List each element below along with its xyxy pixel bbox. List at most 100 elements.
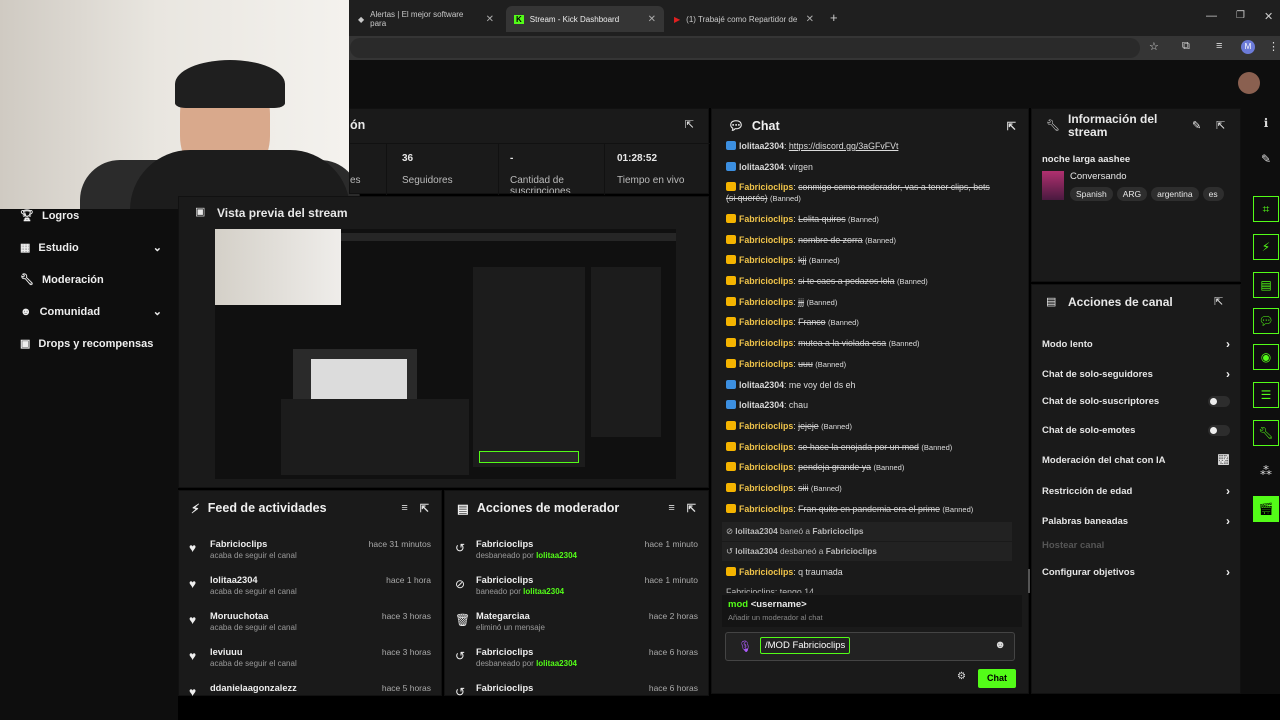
chat-username[interactable]: lolitaa2304 xyxy=(739,380,784,390)
tag[interactable]: argentina xyxy=(1151,187,1199,201)
url-input[interactable] xyxy=(350,38,1140,58)
filter-icon[interactable]: ≡ xyxy=(668,502,674,515)
sidebar-item-moderacion[interactable]: 🔧︎ Moderación xyxy=(20,273,104,287)
system-user[interactable]: lolitaa2304 xyxy=(735,526,777,536)
chat-username[interactable]: Fabricioclips xyxy=(739,214,793,224)
emotes-only-toggle[interactable] xyxy=(1208,425,1230,436)
system-target[interactable]: Fabricioclips xyxy=(826,546,877,556)
chat-username[interactable]: Fabricioclips xyxy=(739,462,793,472)
tag[interactable]: es xyxy=(1202,187,1224,201)
chat-send-button[interactable]: Chat xyxy=(978,669,1016,688)
chat-scrollbar[interactable] xyxy=(1028,569,1030,593)
feed-user[interactable]: lolitaa2304 xyxy=(210,575,258,585)
edit-icon[interactable]: ✎ xyxy=(1253,146,1279,172)
action-age-restriction[interactable]: Restricción de edad › xyxy=(1042,484,1230,498)
clapper-icon[interactable]: 🎬︎ xyxy=(1253,496,1279,522)
chat-link[interactable]: https://discord.gg/3aGFvFVt xyxy=(789,141,899,151)
mod-action-target[interactable]: Mategarciaa xyxy=(476,611,530,621)
tab-youtube[interactable]: ▶ (1) Trabajé como Repartidor de ✕ xyxy=(666,8,822,30)
chat-username[interactable]: lolitaa2304 xyxy=(739,400,784,410)
mod-action-by[interactable]: lolitaa2304 xyxy=(536,551,577,560)
mod-action-target[interactable]: Fabricioclips xyxy=(476,647,533,657)
chat-username[interactable]: Fabricioclips xyxy=(739,338,793,348)
feed-user[interactable]: leviuuu xyxy=(210,647,243,657)
menu-icon[interactable]: ⋮ xyxy=(1268,40,1279,53)
community-icon[interactable]: ⁂ xyxy=(1253,458,1279,484)
chat-username[interactable]: Fabricioclips xyxy=(739,317,793,327)
close-icon[interactable]: ✕ xyxy=(486,14,494,25)
chat-username[interactable]: lolitaa2304 xyxy=(739,141,784,151)
chat-username[interactable]: Fabricioclips xyxy=(739,442,793,452)
tab-alertas[interactable]: ◆ Alertas | El mejor software para ✕ xyxy=(350,8,502,30)
wrench-icon[interactable]: 🔧︎ xyxy=(1253,420,1279,446)
popout-icon[interactable]: ⇱ xyxy=(1007,120,1016,133)
popout-icon[interactable]: ⇱ xyxy=(1216,119,1225,132)
maximize-button[interactable]: ❐ xyxy=(1236,10,1245,21)
chat-username[interactable]: Fabricioclips xyxy=(739,297,793,307)
list-icon[interactable]: ☰ xyxy=(1253,382,1279,408)
action-slow-mode[interactable]: Modo lento › xyxy=(1042,337,1230,351)
popout-icon[interactable]: ⇱ xyxy=(1214,295,1223,308)
tag[interactable]: Spanish xyxy=(1070,187,1113,201)
minimize-button[interactable]: — xyxy=(1206,10,1217,22)
chat-input-value[interactable]: /MOD Fabricioclips xyxy=(760,637,851,654)
scan-icon[interactable]: ⌗ xyxy=(1253,196,1279,222)
popout-icon[interactable]: ⇱ xyxy=(685,118,694,131)
chat-bubble-icon[interactable]: 💬︎ xyxy=(1253,308,1279,334)
emoji-icon[interactable]: ☻ xyxy=(994,639,1006,651)
feed-user[interactable]: ddanielaagonzalezz xyxy=(210,683,297,693)
close-icon[interactable]: ✕ xyxy=(648,14,656,25)
mod-action-target[interactable]: Fabricioclips xyxy=(476,575,533,585)
mod-action-target[interactable]: Fabricioclips xyxy=(476,683,533,693)
chat-username[interactable]: Fabricioclips xyxy=(739,276,793,286)
window-close-button[interactable]: ✕ xyxy=(1264,10,1273,23)
chat-username[interactable]: Fabricioclips xyxy=(739,255,793,265)
profile-avatar[interactable]: M xyxy=(1241,40,1255,54)
new-tab-button[interactable]: + xyxy=(830,10,838,25)
mod-action-target[interactable]: Fabricioclips xyxy=(476,539,533,549)
user-avatar[interactable] xyxy=(1238,72,1260,94)
chat-username[interactable]: lolitaa2304 xyxy=(739,162,784,172)
popout-icon[interactable]: ⇱ xyxy=(687,502,696,515)
subscribers-only-toggle[interactable] xyxy=(1208,396,1230,407)
category-name[interactable]: Conversando xyxy=(1070,171,1127,182)
category-thumbnail[interactable] xyxy=(1042,171,1064,200)
close-icon[interactable]: ✕ xyxy=(806,14,814,25)
info-icon[interactable]: ℹ xyxy=(1253,110,1279,136)
action-followers-only[interactable]: Chat de solo-seguidores › xyxy=(1042,367,1230,381)
filter-icon[interactable]: ≡ xyxy=(401,502,407,515)
action-ai-moderation[interactable]: Moderación del chat con IA 📈︎ xyxy=(1042,455,1230,466)
action-banned-words[interactable]: Palabras baneadas › xyxy=(1042,514,1230,528)
tag[interactable]: ARG xyxy=(1116,187,1148,201)
mod-action-by[interactable]: lolitaa2304 xyxy=(523,587,564,596)
mod-action-by[interactable]: lolitaa2304 xyxy=(536,659,577,668)
chat-settings-icon[interactable]: ⚙ xyxy=(957,671,966,682)
chat-input[interactable]: 🎙︎ /MOD Fabricioclips ☻ xyxy=(725,632,1015,661)
sidebar-item-drops[interactable]: ▣ Drops y recompensas xyxy=(20,337,153,351)
chat-username[interactable]: Fabricioclips xyxy=(739,567,793,577)
chat-username[interactable]: Fabricioclips xyxy=(739,235,793,245)
system-user[interactable]: lolitaa2304 xyxy=(735,546,777,556)
preview-video[interactable] xyxy=(215,229,676,479)
bolt-icon[interactable]: ⚡︎ xyxy=(1253,234,1279,260)
chat-username[interactable]: Fabricioclips xyxy=(739,359,793,369)
feed-user[interactable]: Moruuchotaa xyxy=(210,611,268,621)
star-icon[interactable]: ☆ xyxy=(1149,40,1159,53)
chat-username[interactable]: Fabricioclips xyxy=(739,504,793,514)
sidebar-item-comunidad[interactable]: ☻ Comunidad ⌄ xyxy=(20,305,162,319)
system-target[interactable]: Fabricioclips xyxy=(812,526,863,536)
sidebar-item-logros[interactable]: 🏆︎ Logros xyxy=(20,209,79,223)
edit-icon[interactable]: ✎ xyxy=(1192,119,1201,132)
tab-kick-dashboard[interactable]: K Stream - Kick Dashboard ✕ xyxy=(506,6,664,32)
sidebar-item-estudio[interactable]: ▦ Estudio ⌄ xyxy=(20,241,162,255)
document-icon[interactable]: ▤ xyxy=(1253,272,1279,298)
feed-user[interactable]: Fabricioclips xyxy=(210,539,267,549)
chat-username[interactable]: Fabricioclips xyxy=(739,483,793,493)
action-goals[interactable]: Configurar objetivos › xyxy=(1042,565,1230,579)
chat-username[interactable]: Fabricioclips xyxy=(739,182,793,192)
chat-username[interactable]: Fabricioclips xyxy=(739,421,793,431)
broadcast-icon[interactable]: ◉ xyxy=(1253,344,1279,370)
mic-icon[interactable]: 🎙︎ xyxy=(738,640,752,653)
command-suggestion[interactable]: mod <username> Añadir un moderador al ch… xyxy=(722,595,1022,627)
popout-icon[interactable]: ⇱ xyxy=(420,502,429,515)
